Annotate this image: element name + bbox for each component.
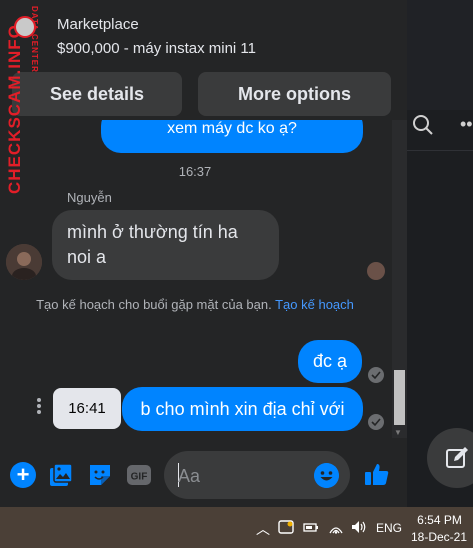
more-icon[interactable]: ••• bbox=[460, 114, 473, 135]
message-input-container[interactable] bbox=[164, 451, 350, 499]
more-options-button[interactable]: More options bbox=[198, 72, 391, 116]
message-incoming[interactable]: mình ở thường tín ha noi a bbox=[52, 210, 279, 280]
marketplace-header: Marketplace $900,000 - máy instax mini 1… bbox=[0, 0, 407, 120]
watermark: CHECKSCAM.INFO DATA CENTER bbox=[4, 4, 44, 194]
plan-prompt: Tạo kế hoạch cho buổi gặp mặt của bạn. T… bbox=[30, 296, 360, 313]
seen-check-icon bbox=[368, 414, 384, 430]
chevron-up-icon[interactable]: ︿ bbox=[256, 519, 270, 539]
notification-app-icon[interactable] bbox=[278, 520, 294, 534]
compose-icon bbox=[446, 447, 468, 468]
message-outgoing[interactable]: đc ạ bbox=[298, 340, 362, 383]
avatar[interactable] bbox=[6, 244, 42, 280]
divider bbox=[407, 150, 473, 151]
marketplace-label: Marketplace bbox=[57, 16, 139, 33]
watermark-sub: DATA CENTER bbox=[30, 6, 39, 73]
scrollbar-thumb[interactable] bbox=[394, 370, 405, 425]
chat-window: xem máy dc ko ạ? Marketplace $900,000 - … bbox=[0, 0, 407, 507]
create-plan-link[interactable]: Tạo kế hoạch bbox=[275, 297, 354, 312]
plus-icon[interactable]: + bbox=[10, 462, 36, 488]
avatar-image bbox=[6, 244, 42, 280]
windows-taskbar: ︿ ENG 6:54 PM 18-Dec-21 bbox=[0, 507, 473, 548]
seen-check-icon bbox=[368, 367, 384, 383]
like-icon[interactable] bbox=[364, 461, 390, 487]
image-icon[interactable] bbox=[48, 462, 74, 488]
gif-icon[interactable]: GIF bbox=[126, 462, 152, 488]
plan-prompt-text: Tạo kế hoạch cho buổi gặp mặt của bạn. bbox=[36, 297, 272, 312]
clock-time[interactable]: 6:54 PM bbox=[412, 513, 467, 527]
watermark-logo bbox=[14, 16, 36, 38]
composer: + GIF bbox=[0, 442, 407, 507]
emoji-icon[interactable] bbox=[314, 463, 339, 488]
message-timestamp: 16:37 bbox=[178, 164, 212, 179]
battery-icon[interactable] bbox=[303, 520, 319, 534]
message-more-icon[interactable] bbox=[34, 396, 44, 418]
search-icon[interactable] bbox=[412, 114, 434, 136]
clock-date[interactable]: 18-Dec-21 bbox=[410, 530, 468, 544]
message-outgoing[interactable]: b cho mình xin địa chỉ với bbox=[122, 387, 363, 431]
language-indicator[interactable]: ENG bbox=[376, 521, 402, 535]
hover-timestamp-tooltip: 16:41 bbox=[53, 388, 121, 429]
listing-title[interactable]: $900,000 - máy instax mini 11 bbox=[57, 40, 256, 57]
network-icon[interactable] bbox=[328, 520, 344, 534]
message-input[interactable] bbox=[178, 465, 308, 487]
volume-icon[interactable] bbox=[351, 520, 367, 534]
scroll-down-icon[interactable]: ▼ bbox=[394, 428, 402, 437]
sticker-icon[interactable] bbox=[87, 462, 113, 488]
gif-label: GIF bbox=[131, 472, 148, 483]
sender-name: Nguyễn bbox=[67, 190, 112, 205]
background-topstrip bbox=[407, 0, 473, 110]
seen-avatar bbox=[367, 262, 385, 280]
